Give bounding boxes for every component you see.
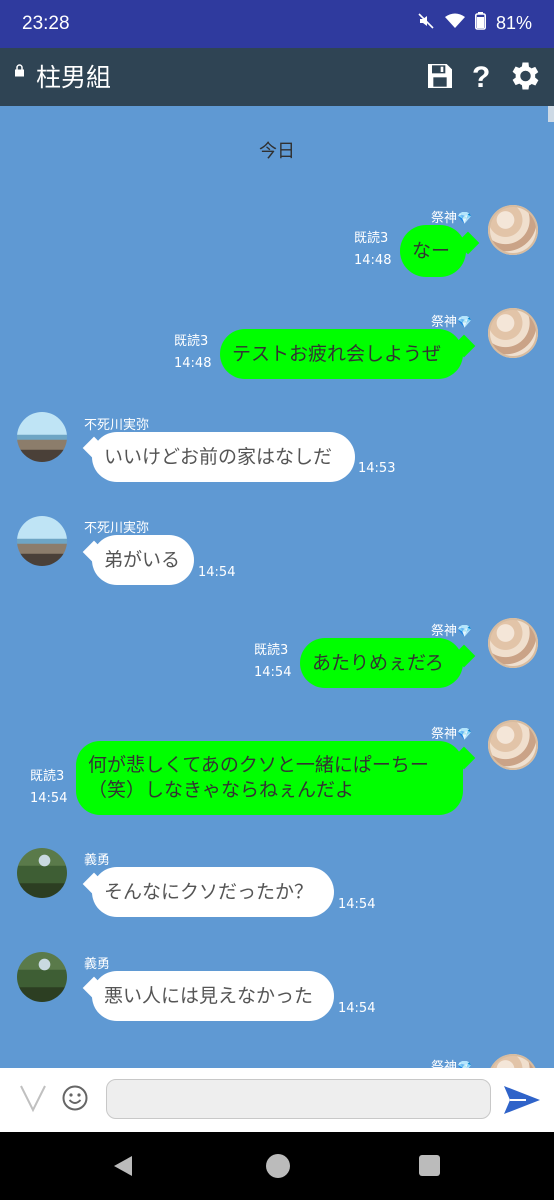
message-bubble[interactable]: いいけどお前の家はなしだ: [92, 432, 355, 482]
message-meta: 既読3 14:54: [30, 766, 67, 810]
message-outgoing: 祭神💎: [0, 1054, 554, 1068]
message-incoming: 義勇 悪い人には見えなかった 14:54: [0, 950, 554, 1030]
message-time: 14:53: [358, 461, 396, 476]
sender-name: 義勇: [84, 957, 111, 972]
message-bubble[interactable]: なー: [400, 225, 466, 277]
avatar[interactable]: [488, 1054, 538, 1068]
message-bubble[interactable]: 悪い人には見えなかった: [92, 971, 334, 1021]
sender-name: 祭神💎: [431, 315, 472, 330]
date-separator: 今日: [259, 141, 295, 162]
sender-name: 不死川実弥: [84, 521, 150, 536]
expand-icon[interactable]: [18, 1082, 48, 1122]
read-receipt: 既読3: [174, 334, 209, 349]
help-icon[interactable]: ?: [470, 60, 492, 96]
status-bar: 23:28 81%: [0, 0, 554, 48]
message-outgoing: 祭神💎 あたりめぇだろ 既読3 14:54: [0, 618, 554, 698]
gem-icon: 💎: [457, 727, 472, 741]
back-icon[interactable]: [112, 1154, 134, 1182]
avatar[interactable]: [488, 720, 538, 770]
mute-icon: [417, 12, 435, 35]
battery-percent: 81%: [495, 13, 532, 33]
status-icons: 81%: [417, 12, 532, 35]
sender-name: 不死川実弥: [84, 418, 150, 433]
message-time: 14:54: [338, 897, 376, 912]
svg-text:?: ?: [472, 61, 490, 92]
gem-icon: 💎: [457, 315, 472, 329]
message-bubble[interactable]: 弟がいる: [92, 535, 194, 585]
chat-header: 柱男組 ?: [0, 48, 554, 106]
avatar[interactable]: [17, 848, 67, 898]
message-outgoing: 祭神💎 何が悲しくてあのクソと一緒にぱーちー （笑）しなきゃならねぇんだよ 既読…: [0, 720, 554, 820]
message-time: 14:54: [198, 565, 236, 580]
gem-icon: 💎: [457, 1060, 472, 1068]
message-outgoing: 祭神💎 テストお疲れ会しようぜ 既読3 14:48: [0, 308, 554, 388]
message-incoming: 不死川実弥 いいけどお前の家はなしだ 14:53: [0, 410, 554, 490]
lock-icon: [14, 64, 25, 80]
avatar[interactable]: [488, 308, 538, 358]
gem-icon: 💎: [457, 624, 472, 638]
read-receipt: 既読3: [30, 769, 65, 784]
emoji-icon[interactable]: [61, 1084, 89, 1119]
message-line: 何が悲しくてあのクソと一緒にぱーちー: [88, 754, 429, 776]
message-meta: 既読3 14:48: [354, 228, 391, 272]
recents-icon[interactable]: [419, 1155, 440, 1176]
save-icon[interactable]: [424, 60, 456, 96]
sender-name: 祭神💎: [431, 727, 472, 742]
message-time: 14:54: [338, 1001, 376, 1016]
message-bubble[interactable]: そんなにクソだったか？: [92, 867, 334, 917]
gem-icon: 💎: [457, 211, 472, 225]
message-bubble[interactable]: テストお疲れ会しようぜ: [220, 329, 463, 379]
sender-name: 祭神💎: [431, 1056, 472, 1068]
avatar[interactable]: [17, 952, 67, 1002]
message-time: 14:48: [354, 253, 392, 268]
avatar[interactable]: [17, 516, 67, 566]
sender-name: 祭神💎: [431, 624, 472, 639]
wifi-icon: [444, 13, 465, 34]
message-incoming: 不死川実弥 弟がいる 14:54: [0, 514, 554, 594]
message-time: 14:54: [30, 791, 68, 806]
message-bubble[interactable]: あたりめぇだろ: [300, 638, 463, 688]
battery-icon: [474, 12, 486, 35]
avatar[interactable]: [17, 412, 67, 462]
chat-title: 柱男組: [36, 63, 112, 92]
message-input-bar: [0, 1068, 554, 1132]
message-time: 14:48: [174, 356, 212, 371]
message-input[interactable]: [106, 1079, 491, 1119]
scrollbar[interactable]: [548, 106, 554, 122]
sender-name: 祭神💎: [431, 211, 472, 226]
message-time: 14:54: [254, 665, 292, 680]
read-receipt: 既読3: [354, 231, 389, 246]
status-time: 23:28: [22, 13, 70, 34]
read-receipt: 既読3: [254, 643, 289, 658]
settings-icon[interactable]: [506, 58, 542, 98]
message-incoming: 義勇 そんなにクソだったか？ 14:54: [0, 846, 554, 926]
message-meta: 既読3 14:48: [174, 331, 211, 375]
message-meta: 既読3 14:54: [254, 640, 291, 684]
message-outgoing: 祭神💎 なー 既読3 14:48: [0, 205, 554, 285]
send-icon[interactable]: [502, 1084, 542, 1120]
message-line: （笑）しなきゃならねぇんだよ: [88, 779, 355, 801]
message-bubble[interactable]: 何が悲しくてあのクソと一緒にぱーちー （笑）しなきゃならねぇんだよ: [76, 741, 463, 815]
avatar[interactable]: [488, 205, 538, 255]
avatar[interactable]: [488, 618, 538, 668]
home-icon[interactable]: [266, 1154, 290, 1178]
sender-name: 義勇: [84, 853, 111, 868]
system-nav-bar: [0, 1132, 554, 1200]
